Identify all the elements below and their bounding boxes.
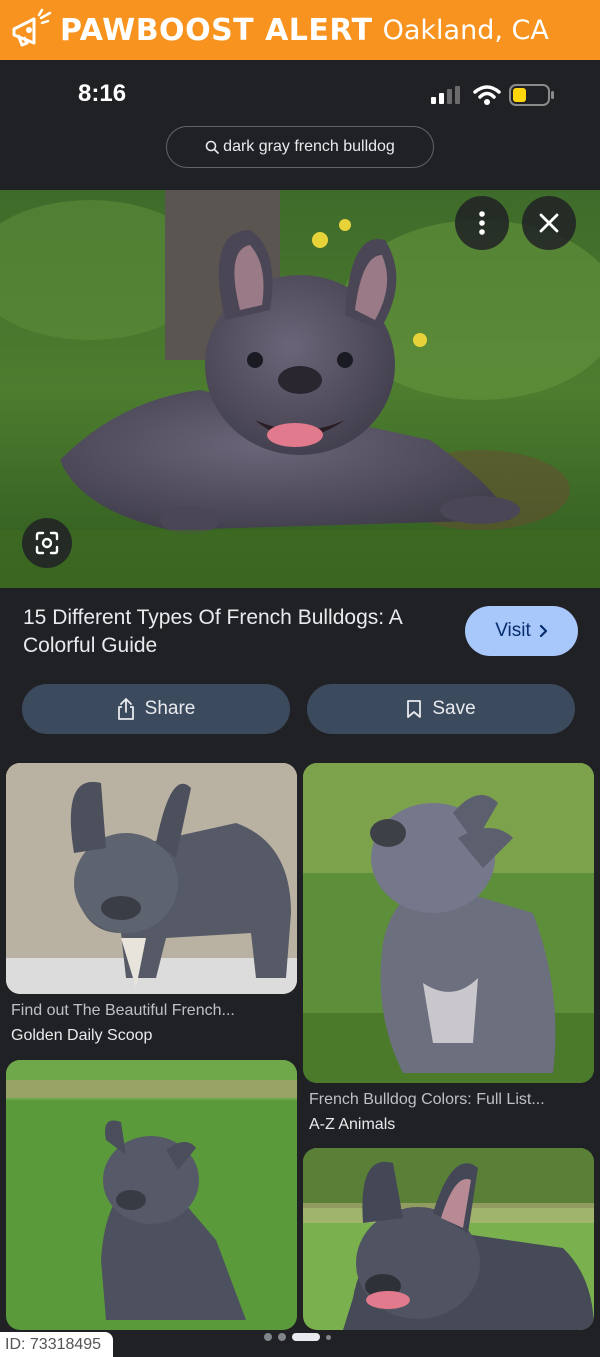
lens-icon	[35, 531, 59, 555]
lens-button[interactable]	[22, 518, 72, 568]
related-source-2: A-Z Animals	[309, 1116, 396, 1133]
pet-id-label: ID: 73318495	[0, 1332, 113, 1357]
visit-button[interactable]: Visit	[465, 606, 578, 656]
search-query: dark gray french bulldog	[223, 138, 395, 155]
close-button[interactable]	[522, 196, 576, 250]
share-label: Share	[144, 698, 196, 719]
share-icon	[117, 698, 134, 720]
related-thumb-3[interactable]	[6, 1060, 297, 1330]
more-vertical-icon	[479, 211, 485, 235]
page-dot	[278, 1333, 286, 1341]
pawboost-banner: PAWBOOST ALERT Oakland, CA	[0, 0, 600, 60]
status-time: 8:16	[78, 80, 127, 107]
visit-label: Visit	[495, 620, 531, 641]
chevron-right-icon	[539, 624, 547, 638]
megaphone-icon	[12, 8, 52, 47]
cellular-signal-icon	[431, 86, 460, 104]
search-chip[interactable]: dark gray french bulldog	[166, 126, 434, 168]
save-button[interactable]: Save	[307, 684, 575, 734]
close-icon	[539, 213, 559, 233]
battery-icon	[509, 84, 554, 106]
share-button[interactable]: Share	[22, 684, 290, 734]
related-source-1: Golden Daily Scoop	[11, 1027, 153, 1044]
save-label: Save	[432, 698, 476, 719]
status-bar: 8:16	[0, 60, 600, 130]
wifi-icon	[473, 85, 501, 105]
banner-city: Oakland, CA	[382, 14, 549, 46]
search-icon	[205, 140, 219, 154]
page-indicator	[264, 1333, 331, 1341]
page-dot	[326, 1334, 331, 1340]
related-title-2[interactable]: French Bulldog Colors: Full List...	[309, 1091, 545, 1109]
more-options-button[interactable]	[455, 196, 509, 250]
related-thumb-1[interactable]	[6, 763, 297, 994]
result-title[interactable]: 15 Different Types Of French Bulldogs: A…	[23, 604, 443, 660]
bookmark-icon	[407, 700, 422, 718]
hero-image[interactable]	[0, 190, 600, 588]
related-title-1[interactable]: Find out The Beautiful French...	[11, 1002, 235, 1020]
related-thumb-2[interactable]	[303, 763, 594, 1083]
page-dot	[264, 1333, 272, 1341]
banner-brand: PAWBOOST ALERT	[60, 12, 373, 48]
related-thumb-4[interactable]	[303, 1148, 594, 1330]
page-dot-active	[292, 1333, 320, 1341]
